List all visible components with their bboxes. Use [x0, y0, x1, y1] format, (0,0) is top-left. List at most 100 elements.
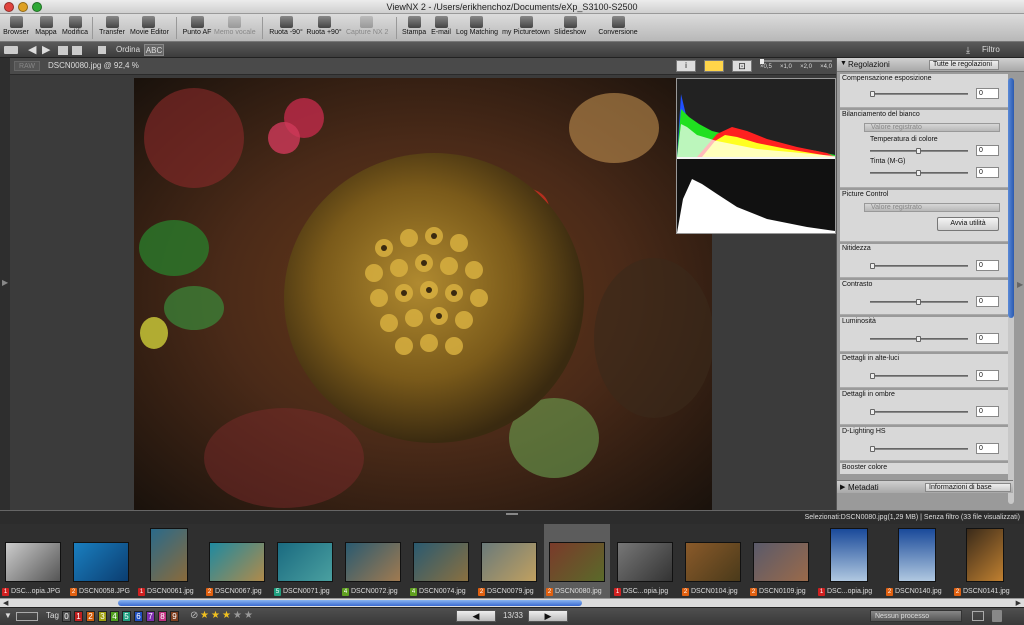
info-button[interactable]: i [676, 60, 696, 72]
folder-new-icon[interactable] [72, 46, 82, 55]
adjustment-slider[interactable] [870, 148, 968, 154]
filmstrip-thumbnail[interactable]: 2 DSCN0058.JPG [68, 524, 134, 598]
scroll-left-arrow-icon[interactable]: ◀ [3, 599, 8, 607]
toolbar-picturetown-button[interactable]: my Picturetown [502, 15, 550, 41]
adjustment-dropdown[interactable]: Valore registrato [864, 203, 1000, 212]
toolbar-movie-editor-button[interactable]: Movie Editor [130, 15, 169, 41]
slider-knob[interactable] [870, 263, 875, 269]
toolbar-browser-button[interactable]: Browser [2, 15, 30, 41]
filmstrip-thumbnail[interactable]: 1 DSC...opia.jpg [612, 524, 678, 598]
adjustment-dropdown[interactable]: Valore registrato [864, 123, 1000, 132]
slider-knob[interactable] [916, 148, 921, 154]
folder-up-icon[interactable] [58, 46, 68, 55]
adjustment-value-field[interactable]: 0 [976, 296, 999, 307]
filmstrip-thumbnail[interactable]: 1 DSC...opia.JPG [0, 524, 66, 598]
slider-knob[interactable] [916, 170, 921, 176]
slider-knob[interactable] [870, 373, 875, 379]
process-queue-icon[interactable] [972, 611, 984, 621]
filmstrip-thumbnail[interactable]: 4 DSCN0072.jpg [340, 524, 406, 598]
tag-3-button[interactable]: 3 [98, 611, 107, 622]
adjustment-value-field[interactable]: 0 [976, 333, 999, 344]
adjustments-preset-select[interactable]: Tutte le regolazioni [929, 60, 999, 70]
filmstrip-thumbnail[interactable]: 2 DSCN0104.jpg [680, 524, 746, 598]
slider-knob[interactable] [916, 299, 921, 305]
tag-2-button[interactable]: 2 [86, 611, 95, 622]
expand-triangle-icon[interactable]: ▶ [840, 483, 845, 491]
toolbar-map-button[interactable]: Mappa [34, 15, 58, 41]
metadata-preset-select[interactable]: Informazioni di base [925, 483, 1011, 492]
rating-star-icon[interactable]: ★ [222, 610, 231, 622]
tag-5-button[interactable]: 5 [122, 611, 131, 622]
filmstrip-thumbnail[interactable]: 2 DSCN0141.jpg [952, 524, 1018, 598]
slider-knob[interactable] [870, 91, 875, 97]
filmstrip-thumbnail[interactable]: 2 DSCN0109.jpg [748, 524, 814, 598]
adjustment-value-field[interactable]: 0 [976, 88, 999, 99]
toolbar-print-button[interactable]: Stampa [402, 15, 426, 41]
tag-9-button[interactable]: 9 [170, 611, 179, 622]
adjustment-slider[interactable] [870, 373, 968, 379]
adjustment-slider[interactable] [870, 299, 968, 305]
histogram-toggle-button[interactable] [704, 60, 724, 72]
adjustment-slider[interactable] [870, 446, 968, 452]
fit-view-button[interactable]: ⊡ [732, 60, 752, 72]
view-mode-icon[interactable] [98, 46, 106, 54]
collapse-triangle-icon[interactable]: ▼ [840, 60, 847, 67]
rating-star-icon[interactable]: ★ [211, 610, 220, 622]
forward-arrow-icon[interactable]: ▶ [42, 44, 50, 56]
tag-4-button[interactable]: 4 [110, 611, 119, 622]
zoom-slider[interactable]: ×0,5 ×1,0 ×2,0 ×4,0 [760, 59, 832, 72]
adjustment-value-field[interactable]: 0 [976, 406, 999, 417]
trash-icon[interactable] [992, 610, 1002, 622]
metadata-header[interactable]: ▶ Metadati Informazioni di base [837, 480, 1013, 493]
expand-right-icon[interactable]: ▶ [1017, 280, 1023, 289]
launch-utility-button[interactable]: Avvia utilità [937, 217, 999, 231]
adjustment-value-field[interactable]: 0 [976, 167, 999, 178]
filmstrip-toggle-icon[interactable]: ▼ [4, 611, 12, 620]
filmstrip-thumbnail[interactable]: 1 DSC...opia.jpg [816, 524, 882, 598]
filmstrip-scroll-thumb[interactable] [118, 600, 582, 606]
process-select[interactable]: Nessun processo [870, 610, 962, 622]
toolbar-slideshow-button[interactable]: Slideshow [554, 15, 586, 41]
adjustment-slider[interactable] [870, 409, 968, 415]
filmstrip-thumbnail[interactable]: 1 DSCN0061.jpg [136, 524, 202, 598]
sort-order-button[interactable]: ABC [144, 44, 164, 56]
previous-image-button[interactable]: ◀ [456, 610, 496, 622]
toolbar-edit-button[interactable]: Modifica [60, 15, 90, 41]
toolbar-email-button[interactable]: E-mail [430, 15, 452, 41]
close-window-button[interactable] [4, 2, 14, 12]
toolbar-capture-nx-button[interactable]: Capture NX 2 [346, 15, 388, 41]
minimize-window-button[interactable] [18, 2, 28, 12]
adjustment-value-field[interactable]: 0 [976, 443, 999, 454]
adjustment-slider[interactable] [870, 170, 968, 176]
adjustments-header[interactable]: ▼ Regolazioni Tutte le regolazioni [837, 58, 1024, 72]
filter-icon[interactable]: ⤓ [966, 44, 970, 56]
left-panel-gutter[interactable]: ▶ [0, 58, 10, 510]
tag-8-button[interactable]: 8 [158, 611, 167, 622]
filmstrip-thumbnail[interactable]: 2 DSCN0140.jpg [884, 524, 950, 598]
tag-6-button[interactable]: 6 [134, 611, 143, 622]
adjustment-value-field[interactable]: 0 [976, 145, 999, 156]
expand-left-icon[interactable]: ▶ [2, 278, 8, 287]
adjustment-slider[interactable] [870, 91, 968, 97]
no-rating-icon[interactable]: ⊘ [190, 610, 198, 621]
rating-star-icon[interactable]: ★ [233, 610, 242, 622]
toolbar-log-matching-button[interactable]: Log Matching [456, 15, 498, 41]
slider-knob[interactable] [870, 409, 875, 415]
toolbar-rotate-left-button[interactable]: Ruota -90° [268, 15, 304, 41]
filmstrip-thumbnail[interactable]: 2 DSCN0080.jpg [544, 524, 610, 598]
next-image-button[interactable]: ▶ [528, 610, 568, 622]
filmstrip-thumbnail[interactable]: 2 DSCN0079.jpg [476, 524, 542, 598]
slider-knob[interactable] [916, 336, 921, 342]
toolbar-af-point-button[interactable]: Punto AF [182, 15, 212, 41]
slider-knob[interactable] [870, 446, 875, 452]
adjustment-value-field[interactable]: 0 [976, 260, 999, 271]
adjustment-value-field[interactable]: 0 [976, 370, 999, 381]
tag-1-button[interactable]: 1 [74, 611, 83, 622]
scroll-right-arrow-icon[interactable]: ▶ [1016, 599, 1021, 607]
tag-0-button[interactable]: 0 [62, 611, 71, 622]
adjustment-slider[interactable] [870, 336, 968, 342]
toolbar-transfer-button[interactable]: Transfer [98, 15, 126, 41]
toolbar-rotate-right-button[interactable]: Ruota +90° [306, 15, 342, 41]
tag-7-button[interactable]: 7 [146, 611, 155, 622]
thumbnail-size-icon[interactable] [16, 612, 38, 621]
